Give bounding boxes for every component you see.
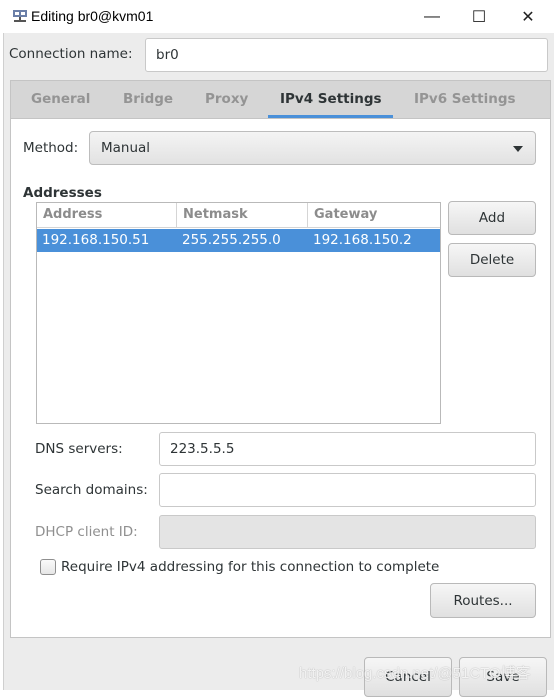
gateway-cell[interactable]: 192.168.150.2 xyxy=(313,232,412,248)
edit-connection-dialog: Connection name: br0 General Bridge Prox… xyxy=(3,33,554,697)
address-cell[interactable]: 192.168.150.51 xyxy=(42,232,149,248)
tab-proxy[interactable]: Proxy xyxy=(205,91,248,107)
addresses-heading: Addresses xyxy=(23,185,102,201)
method-value: Manual xyxy=(101,140,151,156)
title-bar: Editing br0@kvm01 — ☐ ✕ xyxy=(0,0,554,33)
tab-general[interactable]: General xyxy=(31,91,90,107)
close-button[interactable]: ✕ xyxy=(505,4,551,30)
search-domains-label: Search domains: xyxy=(35,482,148,498)
column-header-netmask[interactable]: Netmask xyxy=(177,203,308,228)
netmask-cell[interactable]: 255.255.255.0 xyxy=(182,232,281,248)
dns-servers-input[interactable]: 223.5.5.5 xyxy=(159,432,536,466)
routes-button[interactable]: Routes... xyxy=(430,583,536,618)
require-ipv4-label[interactable]: Require IPv4 addressing for this connect… xyxy=(61,559,439,575)
cancel-button[interactable]: Cancel xyxy=(364,657,452,697)
tab-bridge[interactable]: Bridge xyxy=(123,91,173,107)
maximize-button[interactable]: ☐ xyxy=(456,4,502,30)
add-button[interactable]: Add xyxy=(448,201,536,235)
connection-name-value: br0 xyxy=(156,47,179,63)
search-domains-input[interactable] xyxy=(159,473,536,507)
connection-name-input[interactable]: br0 xyxy=(145,38,548,72)
tab-ipv6-settings[interactable]: IPv6 Settings xyxy=(414,91,516,107)
chevron-down-icon xyxy=(513,146,523,152)
minimize-button[interactable]: — xyxy=(409,4,455,30)
method-label: Method: xyxy=(23,140,79,156)
dhcp-client-id-input xyxy=(159,515,536,549)
network-icon xyxy=(13,10,27,22)
delete-button[interactable]: Delete xyxy=(448,243,536,277)
require-ipv4-checkbox[interactable] xyxy=(40,559,56,575)
connection-name-label: Connection name: xyxy=(9,46,133,62)
window-title: Editing br0@kvm01 xyxy=(31,8,154,24)
settings-notebook: General Bridge Proxy IPv4 Settings IPv6 … xyxy=(10,80,551,638)
table-row[interactable]: 192.168.150.51 255.255.255.0 192.168.150… xyxy=(37,229,440,252)
tab-ipv4-settings[interactable]: IPv4 Settings xyxy=(280,91,382,107)
dns-servers-label: DNS servers: xyxy=(35,441,123,457)
addresses-table[interactable]: Address Netmask Gateway 192.168.150.51 2… xyxy=(36,202,441,424)
tab-bar: General Bridge Proxy IPv4 Settings IPv6 … xyxy=(11,81,550,119)
dns-servers-value: 223.5.5.5 xyxy=(170,441,235,457)
column-header-gateway[interactable]: Gateway xyxy=(308,203,440,228)
method-dropdown[interactable]: Manual xyxy=(89,131,536,165)
save-button[interactable]: Save xyxy=(459,657,547,697)
active-tab-indicator xyxy=(268,115,393,118)
dhcp-client-id-label: DHCP client ID: xyxy=(35,524,138,540)
column-header-address[interactable]: Address xyxy=(37,203,177,228)
